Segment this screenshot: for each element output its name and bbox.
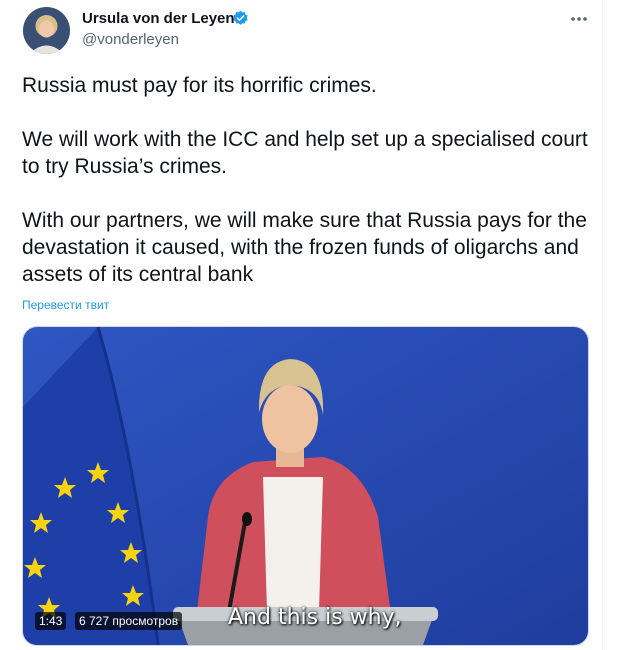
tweet-paragraph: Russia must pay for its horrific crimes. — [22, 74, 377, 97]
tweet-paragraph: With our partners, we will make sure tha… — [22, 209, 587, 286]
tweet-paragraph: We will work with the ICC and help set u… — [22, 128, 588, 178]
video-subtitle: And this is why, — [228, 605, 402, 630]
author-name[interactable]: Ursula von der Leyen — [82, 10, 235, 27]
avatar[interactable] — [23, 7, 70, 54]
video-duration: 1:43 — [35, 612, 67, 630]
translate-tweet-link[interactable]: Перевести твит — [22, 298, 109, 312]
tweet-card: Ursula von der Leyen @vonderleyen Russia… — [0, 0, 603, 650]
more-options-icon[interactable] — [568, 8, 590, 30]
video-player[interactable]: 1:43 6 727 просмотров And this is why, — [22, 326, 589, 646]
author-handle[interactable]: @vonderleyen — [82, 31, 179, 48]
tweet-text: Russia must pay for its horrific crimes.… — [22, 72, 592, 315]
video-frame — [23, 327, 588, 645]
verified-badge-icon — [232, 10, 249, 27]
video-views: 6 727 просмотров — [75, 612, 183, 630]
speaker-face — [262, 385, 318, 453]
